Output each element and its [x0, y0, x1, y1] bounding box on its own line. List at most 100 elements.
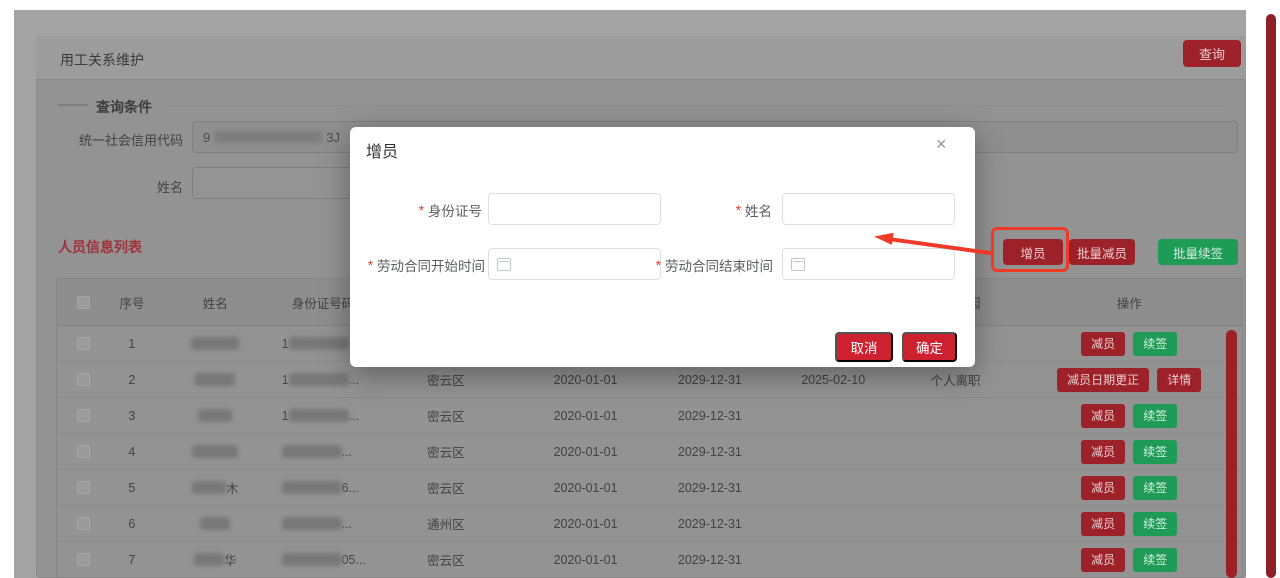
id-redaction — [282, 553, 342, 566]
name-suffix: 木 — [226, 478, 239, 497]
cell-contract-end: 2029-12-31 — [648, 542, 772, 577]
row-action-button[interactable]: 减员日期更正 — [1057, 368, 1149, 392]
row-checkbox[interactable] — [77, 409, 90, 422]
cell-seq: 4 — [111, 434, 153, 469]
cell-name — [153, 506, 278, 541]
cell-contract-end: 2029-12-31 — [648, 434, 772, 469]
row-checkbox[interactable] — [77, 481, 90, 494]
id-prefix: 1 — [282, 337, 289, 351]
name-redaction — [194, 553, 224, 566]
modal-name-input[interactable] — [782, 193, 955, 225]
cell-actions: 减员续签 — [1016, 506, 1242, 541]
cell-contract-start: 2020-01-01 — [523, 434, 648, 469]
id-redaction — [282, 481, 342, 494]
name-redaction — [192, 481, 226, 494]
required-mark: * — [368, 258, 373, 273]
name-redaction — [200, 517, 230, 530]
query-button[interactable]: 查询 — [1183, 40, 1241, 67]
confirm-button[interactable]: 确定 — [902, 332, 957, 362]
credit-code-value-end: 3J — [326, 130, 340, 145]
cell-actions: 减员续签 — [1016, 434, 1242, 469]
cell-remove-date — [772, 470, 895, 505]
select-all-checkbox[interactable] — [77, 296, 90, 309]
cell-id-number: ... — [278, 506, 369, 541]
id-redaction — [282, 445, 342, 458]
id-suffix: ... — [342, 445, 352, 459]
row-action-button[interactable]: 减员 — [1081, 440, 1125, 464]
required-mark: * — [419, 203, 424, 218]
row-action-button[interactable]: 续签 — [1133, 332, 1177, 356]
header-seq: 序号 — [111, 279, 153, 325]
row-action-button[interactable]: 减员 — [1081, 332, 1125, 356]
row-checkbox[interactable] — [77, 445, 90, 458]
cell-name — [153, 398, 278, 433]
cell-region: 密云区 — [368, 398, 523, 433]
row-action-button[interactable]: 续签 — [1133, 548, 1177, 572]
annotation-arrow — [858, 222, 998, 264]
table-row: 7 华 05... 密云区 2020-01-01 2029-12-31 减员续签 — [57, 542, 1242, 578]
query-section-title: 查询条件 — [96, 97, 152, 117]
id-suffix: 6... — [342, 481, 359, 495]
credit-code-value-start: 9 — [203, 130, 210, 145]
cell-remove-date — [772, 398, 895, 433]
row-action-button[interactable]: 减员 — [1081, 548, 1125, 572]
section-divider — [168, 105, 1230, 106]
cell-contract-start: 2020-01-01 — [523, 470, 648, 505]
modal-contract-end-label: * 劳动合同结束时间 — [638, 248, 773, 282]
id-suffix: ... — [349, 373, 359, 387]
row-action-button[interactable]: 减员 — [1081, 512, 1125, 536]
cell-actions: 减员日期更正详情 — [1016, 362, 1242, 397]
cell-seq: 6 — [111, 506, 153, 541]
row-action-button[interactable]: 减员 — [1081, 404, 1125, 428]
cell-contract-end: 2029-12-31 — [648, 398, 772, 433]
table-row: 4 ... 密云区 2020-01-01 2029-12-31 减员续签 — [57, 434, 1242, 470]
row-action-button[interactable]: 续签 — [1133, 404, 1177, 428]
name-redaction — [198, 409, 232, 422]
list-title: 人员信息列表 — [58, 237, 142, 257]
cell-name: 华 — [153, 542, 278, 577]
modal-name-label: * 姓名 — [662, 193, 772, 227]
cell-remove-date — [772, 542, 895, 577]
cell-id-number: 6... — [278, 470, 369, 505]
credit-code-label: 统一社会信用代码 — [40, 130, 183, 149]
cell-id-number: 1... — [278, 398, 369, 433]
calendar-icon — [497, 258, 511, 271]
row-checkbox[interactable] — [77, 337, 90, 350]
required-mark: * — [656, 258, 661, 273]
credit-code-redaction — [214, 131, 322, 143]
cell-remove-date — [772, 506, 895, 541]
batch-remove-button[interactable]: 批量减员 — [1069, 239, 1135, 265]
row-checkbox[interactable] — [77, 553, 90, 566]
page-scrollbar[interactable] — [1266, 14, 1276, 578]
modal-contract-start-input[interactable] — [488, 248, 661, 280]
header-actions: 操作 — [1016, 279, 1242, 325]
cell-contract-start: 2020-01-01 — [523, 542, 648, 577]
table-row: 6 ... 通州区 2020-01-01 2029-12-31 减员续签 — [57, 506, 1242, 542]
id-redaction — [289, 409, 349, 422]
row-action-button[interactable]: 续签 — [1133, 512, 1177, 536]
name-redaction — [191, 337, 239, 350]
cancel-button[interactable]: 取消 — [835, 332, 893, 362]
cell-actions: 减员续签 — [1016, 326, 1242, 361]
cell-contract-end: 2029-12-31 — [648, 362, 772, 397]
modal-id-label: * 身份证号 — [350, 193, 482, 227]
cell-remove-reason — [895, 542, 1017, 577]
cell-remove-reason — [895, 506, 1017, 541]
cell-actions: 减员续签 — [1016, 398, 1242, 433]
close-icon[interactable]: × — [936, 135, 947, 153]
row-action-button[interactable]: 续签 — [1133, 440, 1177, 464]
row-action-button[interactable]: 详情 — [1157, 368, 1201, 392]
row-action-button[interactable]: 续签 — [1133, 476, 1177, 500]
batch-renew-button[interactable]: 批量续签 — [1158, 239, 1238, 265]
row-action-button[interactable]: 减员 — [1081, 476, 1125, 500]
modal-id-input[interactable] — [488, 193, 661, 225]
table-scrollbar[interactable] — [1226, 330, 1237, 578]
calendar-icon — [791, 258, 805, 271]
cell-remove-date: 2025-02-10 — [772, 362, 895, 397]
select-all-cell — [57, 279, 111, 325]
cell-remove-reason: 个人离职 — [895, 362, 1017, 397]
row-checkbox[interactable] — [77, 373, 90, 386]
cell-id-number: 1... — [278, 362, 369, 397]
row-checkbox[interactable] — [77, 517, 90, 530]
name-redaction — [192, 445, 238, 458]
